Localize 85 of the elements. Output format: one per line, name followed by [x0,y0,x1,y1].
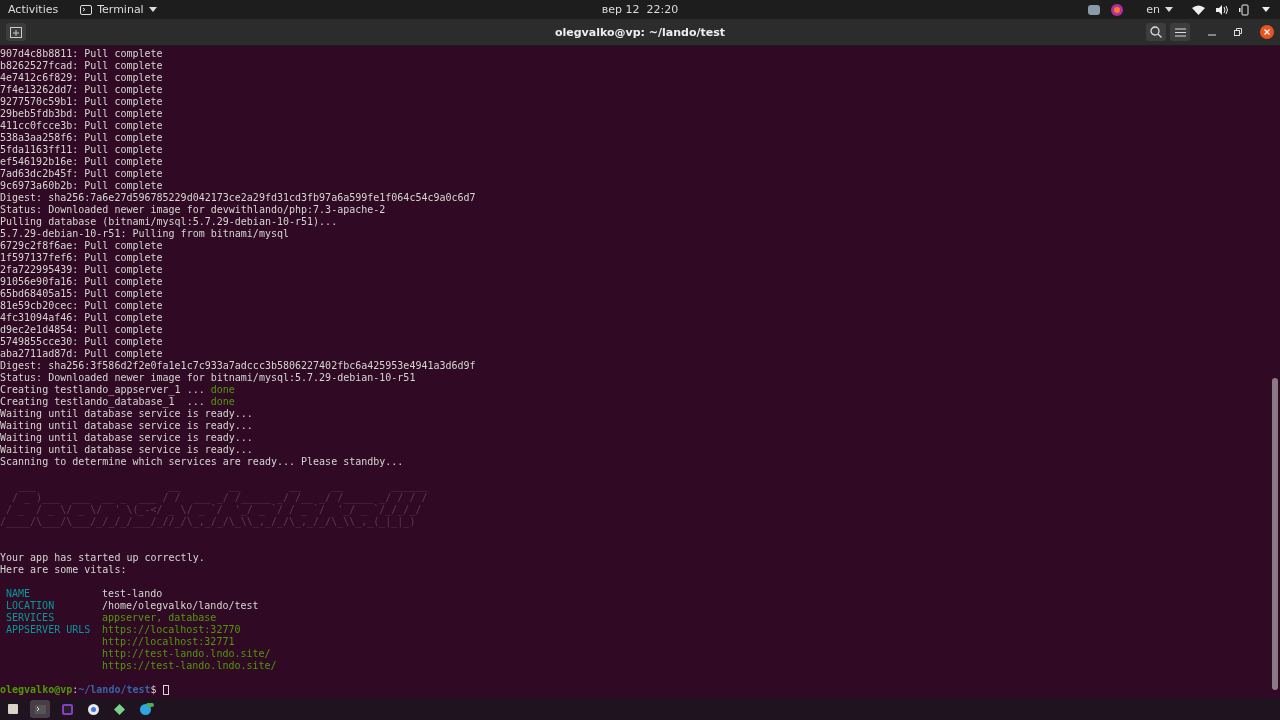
vital-value: test-lando [102,588,163,600]
terminal-line: 4e7412c6f829: Pull complete [0,72,163,84]
terminal-line: 1f597137fef6: Pull complete [0,252,163,264]
terminal-line: 907d4c8b8811: Pull complete [0,48,163,60]
terminal-line: Pulling database (bitnami/mysql:5.7.29-debian-10-r51)... [0,216,338,228]
terminal-line: 5fda1163ff11: Pull complete [0,144,163,156]
terminal-line: Digest: sha256:7a6e27d596785229d042173ce2a29fd31cd3fb97a6a599fe1f064c54c9a0c6d7 [0,192,476,204]
vital-label: NAME [5,588,32,600]
battery-icon[interactable] [1239,3,1251,16]
vital-label: APPSERVER URLS [5,624,92,637]
menu-button[interactable] [1170,23,1190,41]
browser-icon[interactable] [88,703,99,715]
text-cursor [162,685,169,695]
ide-icon[interactable] [62,703,73,715]
caret-icon[interactable] [1262,7,1270,12]
terminal-line: 91056e90fa16: Pull complete [0,276,163,288]
terminal-line: 4fc31094af46: Pull complete [0,312,163,324]
ascii-banner-line: /____/\___/\___/_/_/_/___/_//_/\_,_/_/\_\\_,_/_/\_,_/_/\_\\_,_(_|_|_) [0,516,416,528]
vital-value: /home/olegvalko/lando/test [102,600,259,612]
scrollbar[interactable] [1272,378,1278,690]
vital-value: http://test-lando.lndo.site/ [102,648,271,660]
app-indicator-icon[interactable] [1111,3,1124,16]
terminal-line: 5749855cce30: Pull complete [0,336,163,348]
vital-label: LOCATION [5,600,56,612]
ascii-banner-line: ___ __ __ __ __ ______ [17,480,428,492]
ascii-banner-line: / _ / _ \/ _ \/ ' \(_-</ _ \/ _ `/ '_/ _ `/ / _ `/ '_/ _ `/_/_/_/ [5,504,422,516]
terminal-line: 7f4e13262dd7: Pull complete [0,84,163,96]
terminal-line: 81e59cb20cec: Pull complete [0,300,163,312]
clock[interactable]: вер 12 22:20 [601,3,679,16]
terminal-line: 9277570c59b1: Pull complete [0,96,163,108]
terminal-line: d9ec2e1d4854: Pull complete [0,324,163,336]
terminal-line: 5.7.29-debian-10-r51: Pulling from bitnami/mysql [0,228,289,240]
terminal-line: Status: Downloaded newer image for devwithlando/php:7.3-apache-2 [0,204,386,216]
messenger-icon[interactable] [140,703,154,715]
terminal-line: 9c6973a60b2b: Pull complete [0,180,163,192]
wifi-icon[interactable] [1192,4,1205,15]
terminal-line: Here are some vitals: [0,564,127,576]
terminal-line: Status: Downloaded newer image for bitnami/mysql:5.7.29-debian-10-r51 [0,372,416,384]
app-indicator-icon[interactable] [1088,3,1101,16]
app-menu[interactable]: Terminal [80,3,157,16]
vital-value: appserver, database [102,612,217,624]
restore-icon[interactable] [1234,28,1242,36]
diamond-app-icon[interactable] [114,703,125,715]
language-menu[interactable]: en [1146,3,1173,16]
search-icon [1150,26,1162,38]
prompt-path: ~/lando/test [78,684,151,696]
new-tab-icon [10,26,22,38]
terminal-line: Waiting until database service is ready... [0,408,253,420]
terminal-line: 2fa722995439: Pull complete [0,264,163,276]
caret-icon [1165,7,1173,12]
terminal-line: 29beb5fdb3bd: Pull complete [0,108,163,120]
activities-button[interactable]: Activities [8,3,59,16]
terminal-line: ef546192b16e: Pull complete [0,156,163,168]
volume-icon[interactable] [1216,4,1228,15]
window-title: olegvalko@vp: ~/lando/test [554,25,726,39]
terminal-line: 7ad63dc2b45f: Pull complete [0,168,163,180]
vital-value: https://localhost:32770 [102,624,241,636]
terminal-line: Waiting until database service is ready... [0,420,253,432]
menu-icon [1174,27,1186,37]
terminal-line: Creating testlando_database_1 ... done [0,396,235,408]
prompt-symbol: $ [150,684,157,696]
terminal-line: Your app has started up correctly. [0,552,205,564]
terminal-line: Creating testlando_appserver_1 ... done [0,384,235,396]
caret-icon [148,7,157,12]
new-tab-button[interactable] [6,23,26,41]
terminal-line: 65bd68405a15: Pull complete [0,288,163,300]
terminal-icon [34,704,46,714]
terminal-icon [80,4,93,15]
terminal-line: aba2711ad87d: Pull complete [0,348,163,360]
vital-value: http://localhost:32771 [102,636,235,648]
terminal-line: Scanning to determine which services are ready... Please standby... [0,456,404,468]
close-icon[interactable] [1260,25,1274,39]
terminal-line: b8262527fcad: Pull complete [0,60,163,72]
terminal-line: 411cc0fcce3b: Pull complete [0,120,163,132]
terminal-line: Digest: sha256:3f586d2f2e0fa1e1c7c933a7adccc3b5806227402fbc6a425953e4941a3d6d9f [0,360,476,372]
vital-value: https://test-lando.lndo.site/ [102,660,277,672]
terminal-line: Waiting until database service is ready... [0,432,253,444]
vital-label: SERVICES [5,612,56,624]
prompt-user-host: olegvalko@vp [0,684,73,696]
prompt-separator: : [72,684,79,696]
terminal-line: 6729c2f8f6ae: Pull complete [0,240,163,252]
ascii-banner-line: / _ )___ ___ __ _ ___ / / ___ _/ /_____ _/ /__ _/ /_____ _/ / / / [11,492,428,504]
terminal-line: Waiting until database service is ready... [0,444,253,456]
terminal-line: 538a3aa258f6: Pull complete [0,132,163,144]
search-button[interactable] [1146,23,1166,41]
